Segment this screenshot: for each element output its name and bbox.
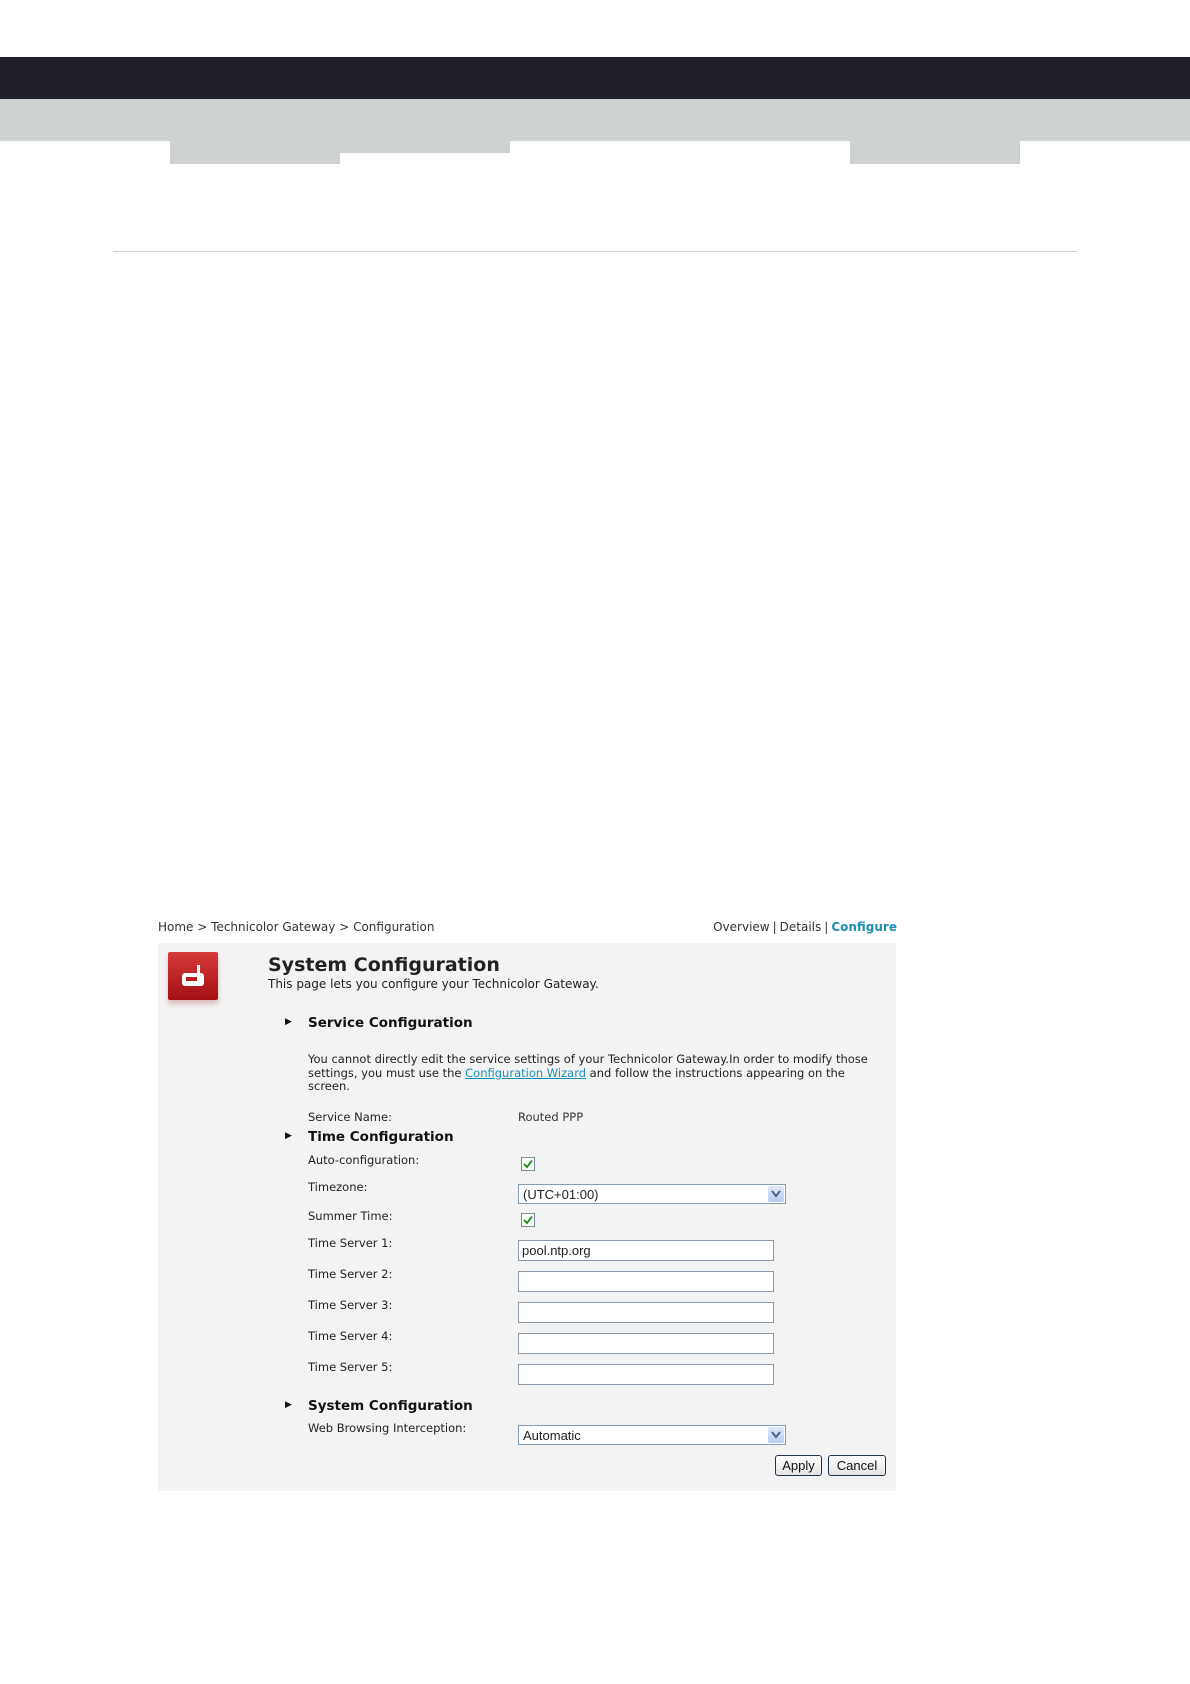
time-server-4-input[interactable] — [518, 1333, 774, 1354]
service-name-value: Routed PPP — [518, 1110, 584, 1124]
section-title: Service Configuration — [308, 1015, 473, 1031]
chevron-down-icon[interactable] — [768, 1186, 784, 1202]
divider — [113, 251, 1077, 252]
web-browsing-interception-label: Web Browsing Interception: — [308, 1421, 467, 1435]
web-browsing-interception-value: Automatic — [523, 1428, 581, 1443]
time-server-1-label: Time Server 1: — [308, 1236, 393, 1250]
section-title: Time Configuration — [308, 1129, 454, 1145]
details-link[interactable]: Details — [780, 920, 822, 934]
chevron-down-icon[interactable] — [768, 1427, 784, 1443]
timezone-value: (UTC+01:00) — [523, 1187, 599, 1202]
web-browsing-interception-select[interactable]: Automatic — [518, 1425, 786, 1445]
service-name-label: Service Name: — [308, 1110, 392, 1124]
time-server-5-input[interactable] — [518, 1364, 774, 1385]
configuration-wizard-link[interactable]: Configuration Wizard — [465, 1066, 586, 1080]
breadcrumb-separator: > — [339, 920, 350, 934]
checkmark-icon — [523, 1159, 533, 1169]
timezone-label: Timezone: — [308, 1180, 368, 1194]
checkmark-icon — [523, 1215, 533, 1225]
breadcrumb-current: Configuration — [353, 920, 435, 934]
breadcrumb-separator: > — [197, 920, 208, 934]
header-tab — [850, 141, 1020, 164]
time-server-4-label: Time Server 4: — [308, 1329, 393, 1343]
header-tab — [340, 141, 510, 153]
triangle-right-icon: ▶ — [285, 1131, 292, 1141]
view-switcher: Overview | Details | Configure — [713, 920, 897, 934]
section-title: System Configuration — [308, 1398, 473, 1414]
cancel-button[interactable]: Cancel — [828, 1455, 886, 1476]
configuration-panel: System Configuration This page lets you … — [158, 943, 896, 1491]
header-band — [0, 99, 1190, 141]
triangle-right-icon: ▶ — [285, 1400, 292, 1410]
service-description: You cannot directly edit the service set… — [308, 1052, 888, 1094]
page-subtitle: This page lets you configure your Techni… — [268, 977, 599, 991]
breadcrumb: Home > Technicolor Gateway > Configurati… — [158, 920, 434, 934]
view-separator: | — [772, 920, 777, 934]
time-server-1-input[interactable]: pool.ntp.org — [518, 1240, 774, 1261]
summer-time-label: Summer Time: — [308, 1209, 393, 1223]
auto-configuration-label: Auto-configuration: — [308, 1153, 420, 1167]
breadcrumb-home[interactable]: Home — [158, 920, 193, 934]
triangle-right-icon: ▶ — [285, 1017, 292, 1027]
overview-link[interactable]: Overview — [713, 920, 770, 934]
configure-link[interactable]: Configure — [831, 920, 897, 934]
apply-button[interactable]: Apply — [775, 1455, 822, 1476]
time-server-5-label: Time Server 5: — [308, 1360, 393, 1374]
header-tab — [170, 141, 340, 164]
auto-configuration-checkbox[interactable] — [521, 1157, 535, 1171]
gateway-icon — [168, 952, 218, 1000]
header-bar — [0, 57, 1190, 99]
time-server-2-label: Time Server 2: — [308, 1267, 393, 1281]
time-server-2-input[interactable] — [518, 1271, 774, 1292]
breadcrumb-gateway[interactable]: Technicolor Gateway — [211, 920, 335, 934]
summer-time-checkbox[interactable] — [521, 1213, 535, 1227]
screenshot-figure: Home > Technicolor Gateway > Configurati… — [158, 913, 898, 1493]
timezone-select[interactable]: (UTC+01:00) — [518, 1184, 786, 1204]
time-server-3-label: Time Server 3: — [308, 1298, 393, 1312]
page-title: System Configuration — [268, 954, 500, 976]
view-separator: | — [824, 920, 829, 934]
time-server-3-input[interactable] — [518, 1302, 774, 1323]
